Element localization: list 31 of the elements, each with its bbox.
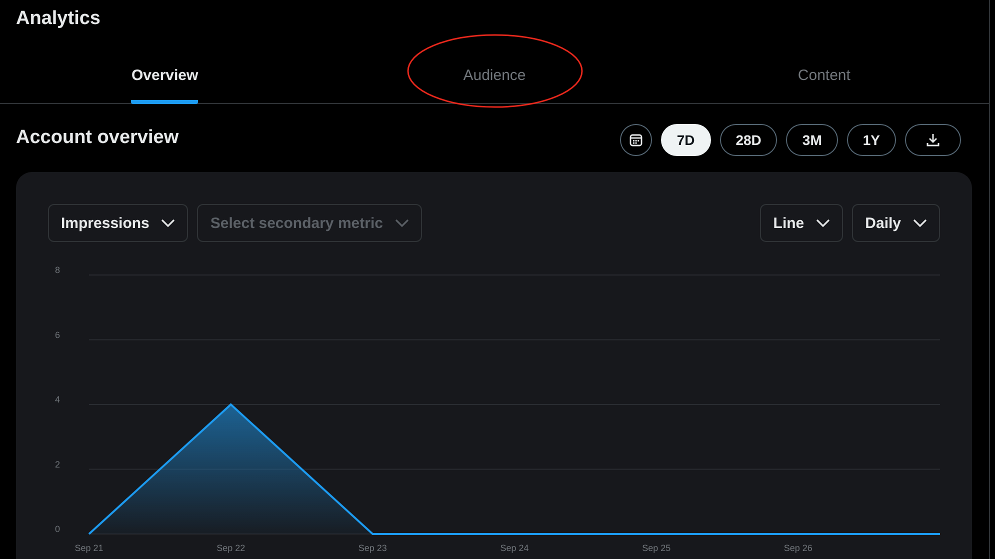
x-axis-label: Sep 24 [500, 543, 529, 553]
chevron-down-icon [816, 219, 830, 227]
x-axis-label: Sep 22 [216, 543, 246, 553]
chart-type-dropdown[interactable]: Line [760, 204, 844, 242]
range-button[interactable]: 7D [660, 124, 711, 156]
x-axis-label: Sep 26 [784, 543, 812, 553]
chevron-down-icon [394, 219, 409, 227]
range-button[interactable]: 3M [786, 124, 838, 156]
metric-dropdown[interactable]: Impressions [48, 204, 188, 242]
x-axis-label: Sep 25 [642, 543, 671, 553]
chevron-down-icon [161, 219, 176, 227]
y-axis-label: 2 [54, 459, 60, 470]
x-axis-label: Sep 23 [358, 543, 387, 553]
calendar-button[interactable] [620, 124, 652, 156]
tab[interactable]: Content [659, 42, 989, 103]
x-axis-label: Sep 21 [74, 543, 104, 553]
y-axis-label: 4 [54, 394, 60, 404]
page-title: Analytics [15, 7, 102, 31]
range-button[interactable]: 1Y [846, 124, 896, 156]
range-button[interactable]: 28D [720, 124, 778, 156]
interval-dropdown[interactable]: Daily [852, 204, 940, 242]
y-axis-label: 8 [54, 265, 60, 275]
y-axis-label: 0 [54, 524, 60, 534]
download-icon [926, 133, 940, 147]
download-button[interactable] [905, 124, 961, 156]
tab[interactable]: Overview [0, 42, 330, 103]
y-axis-label: 6 [54, 330, 60, 340]
calendar-icon [628, 133, 643, 147]
tab[interactable]: Audience [330, 42, 660, 103]
section-title: Account overview [16, 127, 179, 149]
chevron-down-icon [913, 219, 927, 227]
